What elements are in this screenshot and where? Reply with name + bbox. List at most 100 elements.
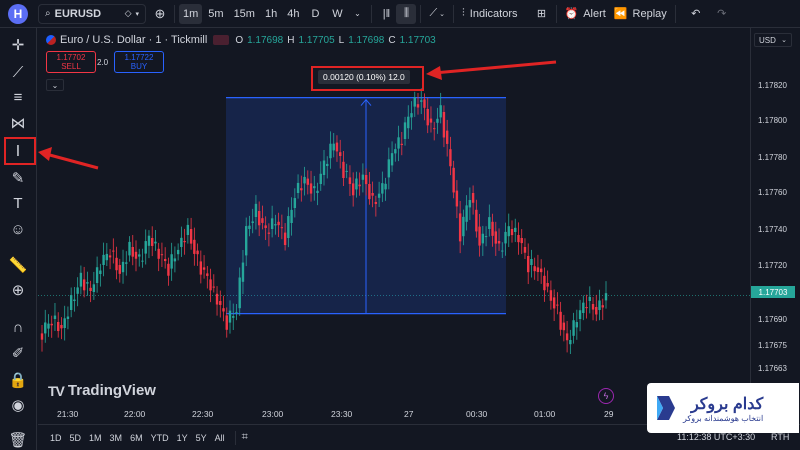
candle-body [290,209,293,223]
candle-body [206,273,209,276]
candle-body [501,250,504,252]
candle-body [478,226,481,246]
candle-body [572,320,575,336]
range-5d[interactable]: 5D [66,433,86,443]
candle-body [118,265,121,274]
candle-body [235,312,238,314]
candle-body [193,239,196,254]
candle-body [131,247,134,257]
close-value: 1.17703 [399,34,436,46]
highlight-box-measure-tool [4,137,36,165]
candle-body [309,183,313,194]
candle-body [173,258,177,262]
low-value: 1.17698 [348,34,385,46]
candle-body [465,205,468,222]
candle-body [199,261,203,275]
open-label: O [235,34,244,46]
candle-body [313,186,316,189]
close-label: C [388,34,396,46]
candle-body [598,300,601,310]
range-3m[interactable]: 3M [106,433,127,443]
sell-button[interactable]: 1.17702 SELL [46,51,96,73]
candle-body [423,99,426,108]
candle-body [261,218,264,223]
candle-body [442,112,446,138]
candle-body [82,279,86,291]
candle-body [283,232,287,246]
range-1d[interactable]: 1D [46,433,66,443]
high-value: 1.17705 [298,34,335,46]
candle-body [121,261,125,273]
candle-body [66,316,70,319]
candle-body [215,293,219,305]
candle-body [397,137,400,149]
annotation-arrowhead-left [38,147,52,161]
candle-body [449,149,452,167]
candle-body [248,225,251,229]
time-tick: 29 [604,409,614,419]
range-all[interactable]: All [211,433,229,443]
candle-body [40,333,44,340]
candle-body [514,227,517,232]
range-5y[interactable]: 5Y [192,433,211,443]
candle-body [157,248,160,259]
candle-body [228,310,232,323]
chevron-down-icon: ⌄ [51,80,59,90]
candle-body [364,175,368,185]
candle-body [588,296,591,301]
range-ytd[interactable]: YTD [147,433,173,443]
low-label: L [338,34,345,46]
candle-body [186,224,190,235]
candle-body [439,105,442,118]
buy-price: 1.17722 [124,53,154,62]
symbol-title: Euro / U.S. Dollar · 1 · Tickmill [60,34,208,46]
candle-body [517,235,520,243]
candle-body [144,241,147,254]
candle-body [543,275,546,291]
candle-body [578,310,582,319]
range-group: 1D 5D 1M 3M 6M YTD 1Y 5Y All [46,433,229,443]
lightning-icon[interactable]: ϟ [598,388,614,404]
candle-body [163,259,167,262]
candle-body [69,295,73,310]
candle-body [488,217,491,229]
candle-body [426,109,429,126]
candle-body [183,241,186,243]
range-1m[interactable]: 1M [85,433,106,443]
range-6m[interactable]: 6M [126,433,147,443]
current-price-label: 1.17703 [751,286,795,298]
tradingview-logo-icon: TV [48,382,65,399]
candle-body [57,322,60,332]
time-tick: 00:30 [466,409,488,419]
annotation-arrow-top [433,60,557,75]
buy-label: BUY [130,62,148,71]
candle-body [429,118,433,123]
visibility-toggle[interactable] [213,35,230,45]
candle-body [125,262,128,264]
candle-body [196,250,199,255]
candle-body [329,143,332,159]
calendar-icon[interactable]: ⌗ [242,431,248,444]
candle-body [115,257,118,271]
candle-body [536,267,540,272]
tradingview-wordmark: TradingView [67,382,156,399]
candle-body [520,238,523,244]
clock[interactable]: 11:12:38 UTC+3:30 [677,432,755,442]
candle-body [368,184,371,200]
candle-body [433,128,436,130]
candle-body [339,152,342,157]
collapse-legend-button[interactable]: ⌄ [46,79,64,91]
currency-selector[interactable]: USD ⌄ [754,33,792,47]
broker-name: کدام بروکر [690,395,764,413]
time-tick: 01:00 [534,409,556,419]
candle-body [565,333,569,341]
candle-body [556,304,559,306]
range-1y[interactable]: 1Y [173,433,192,443]
candle-body [546,283,549,287]
price-tick: 1.17720 [758,261,787,270]
session-label[interactable]: RTH [771,432,789,442]
candle-body [202,267,206,270]
price-tick: 1.17760 [758,188,787,197]
buy-button[interactable]: 1.17722 BUY [114,51,164,73]
candle-body [539,268,543,273]
